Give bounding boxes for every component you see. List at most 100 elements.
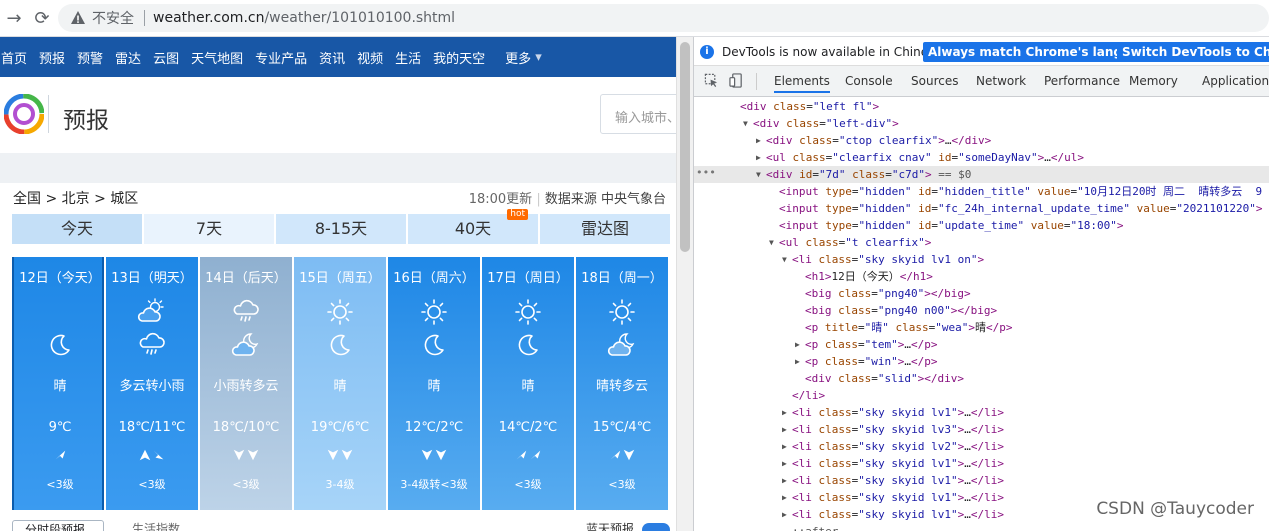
wind-direction-icon	[482, 448, 574, 466]
forward-icon[interactable]: →	[0, 4, 28, 32]
day-card[interactable]: 15日（周五） 晴 19℃/6℃ 3-4级	[294, 257, 386, 510]
expand-triangle-icon[interactable]: ▶	[782, 455, 787, 472]
expand-triangle-icon[interactable]: ▶	[782, 472, 787, 489]
reload-icon[interactable]: ⟳	[28, 4, 56, 32]
sun-icon	[607, 297, 637, 327]
device-toolbar-icon[interactable]	[729, 73, 744, 88]
day-weather: 小雨转多云	[213, 379, 279, 394]
dom-node-line[interactable]: ▶ <li class="sky skyid lv3">…</li>	[694, 421, 1269, 438]
dom-node-line[interactable]: ▶ <li class="sky skyid lv1">…</li>	[694, 472, 1269, 489]
scrollbar-thumb[interactable]	[680, 42, 690, 252]
dom-node-line[interactable]: <div class="left fl">	[694, 98, 1269, 115]
day-temperature: 18℃/11℃	[118, 420, 186, 435]
expand-triangle-icon[interactable]: ▶	[756, 149, 761, 166]
collapse-triangle-icon[interactable]: ▼	[769, 234, 774, 251]
devtools-tabs: Elements Console Sources Network Performance…	[694, 66, 1269, 97]
day-card[interactable]: 14日（后天） 小雨转多云 18℃/10℃ <3级	[200, 257, 292, 510]
tab-1[interactable]: 7天	[144, 214, 274, 244]
sun-icon	[513, 297, 543, 327]
dom-node-line[interactable]: <h1>12日（今天）</h1>	[694, 268, 1269, 285]
dom-node-line[interactable]: <p title="晴" class="wea">晴</p>	[694, 319, 1269, 336]
devtools-tab-console[interactable]: Console	[845, 74, 893, 88]
dom-node-line[interactable]: ▶ <li class="sky skyid lv1">…</li>	[694, 404, 1269, 421]
expand-triangle-icon[interactable]: ▶	[795, 353, 800, 370]
tab-2[interactable]: 8-15天	[276, 214, 406, 244]
devtools-tab-sources[interactable]: Sources	[911, 74, 958, 88]
nav-item[interactable]: 我的天空	[433, 48, 485, 67]
page-scrollbar[interactable]	[676, 37, 693, 531]
dom-node-line[interactable]: ▶ <li class="sky skyid lv1">…</li>	[694, 455, 1269, 472]
nav-item[interactable]: 云图	[153, 48, 179, 67]
switch-language-button[interactable]: Switch DevTools to Chinese	[1117, 42, 1269, 62]
expand-triangle-icon[interactable]: ▶	[782, 506, 787, 523]
expand-triangle-icon[interactable]: ▶	[795, 336, 800, 353]
dom-node-line[interactable]: ▶ <ul class="clearfix cnav" id="someDayNa…	[694, 149, 1269, 166]
dom-node-line[interactable]: ::after	[694, 523, 1269, 531]
collapse-triangle-icon[interactable]: ▼	[743, 115, 748, 132]
day-card[interactable]: 17日（周日） 晴 14℃/2℃ <3级	[482, 257, 574, 510]
dom-node-line[interactable]: <input type="hidden" id="hidden_title" v…	[694, 183, 1269, 200]
url-text[interactable]: weather.com.cn/weather/101010100.shtml	[153, 10, 455, 26]
nav-item[interactable]: 生活	[395, 48, 421, 67]
hourly-forecast-button[interactable]: 分时段预报	[12, 520, 104, 531]
expand-triangle-icon[interactable]: ▶	[782, 489, 787, 506]
tab-0[interactable]: 今天	[12, 214, 142, 244]
nav-item[interactable]: 天气地图	[191, 48, 243, 67]
tab-4[interactable]: 雷达图	[540, 214, 670, 244]
life-index-link[interactable]: 生活指数	[132, 520, 180, 531]
nav-item[interactable]: 雷达	[115, 48, 141, 67]
dom-node-line[interactable]: ▼ <div class="left-div">	[694, 115, 1269, 132]
dom-node-line[interactable]: ▶ <div class="ctop clearfix">…</div>	[694, 132, 1269, 149]
blue-sky-toggle[interactable]	[642, 523, 670, 531]
hot-badge: hot	[507, 209, 528, 220]
dom-node-line[interactable]: </li>	[694, 387, 1269, 404]
nav-item[interactable]: 预警	[77, 48, 103, 67]
dom-node-text: <div class="ctop clearfix">…</div>	[766, 134, 992, 147]
dom-node-line[interactable]: <input type="hidden" id="fc_24h_internal…	[694, 200, 1269, 217]
expand-triangle-icon[interactable]: ▶	[782, 438, 787, 455]
nav-item[interactable]: 更多	[505, 48, 531, 67]
expand-triangle-icon[interactable]: ▶	[756, 132, 761, 149]
dom-node-line[interactable]: ▶ <p class="win">…</p>	[694, 353, 1269, 370]
watermark: CSDN @Tauycoder	[1096, 499, 1254, 519]
inspect-element-icon[interactable]	[704, 73, 719, 88]
dom-node-line[interactable]: <big class="png40 n00"></big>	[694, 302, 1269, 319]
nav-item[interactable]: 专业产品	[255, 48, 307, 67]
day-card[interactable]: 13日（明天） 多云转小雨 18℃/11℃ <3级	[106, 257, 198, 510]
collapse-triangle-icon[interactable]: ▼	[756, 166, 761, 183]
day-card[interactable]: 16日（周六） 晴 12℃/2℃ 3-4级转<3级	[388, 257, 480, 510]
dom-node-text: <li class="sky skyid lv1">…</li>	[792, 474, 1004, 487]
city-search-input[interactable]: 输入城市、	[600, 94, 676, 134]
day-card[interactable]: 18日（周一） 晴转多云 15℃/4℃ <3级	[576, 257, 668, 510]
more-options-icon[interactable]: •••	[696, 166, 716, 181]
devtools-tab-performance[interactable]: Performance	[1044, 74, 1120, 88]
nav-item[interactable]: 首页	[1, 48, 27, 67]
nav-item[interactable]: 预报	[39, 48, 65, 67]
breadcrumb[interactable]: 全国 > 北京 > 城区	[13, 188, 138, 208]
address-bar[interactable]: 不安全 weather.com.cn/weather/101010100.sht…	[58, 4, 1269, 32]
devtools-tab-elements[interactable]: Elements	[774, 74, 830, 93]
dom-node-line[interactable]: ▶ <li class="sky skyid lv2">…</li>	[694, 438, 1269, 455]
dom-node-line[interactable]: <div class="slid"></div>	[694, 370, 1269, 387]
expand-triangle-icon[interactable]: ▶	[782, 404, 787, 421]
devtools-tab-application[interactable]: Application	[1202, 74, 1269, 88]
wind-direction-icon	[576, 448, 668, 466]
day-card[interactable]: 12日（今天） 晴 9℃ <3级	[12, 257, 104, 510]
dom-node-text: <div class="left-div">	[753, 117, 899, 130]
dom-node-text: <big class="png40 n00"></big>	[805, 304, 998, 317]
devtools-tab-network[interactable]: Network	[976, 74, 1026, 88]
nav-item[interactable]: 资讯	[319, 48, 345, 67]
page-title: 预报	[63, 108, 109, 134]
collapse-triangle-icon[interactable]: ▼	[782, 251, 787, 268]
dom-node-line[interactable]: ▼ <li class="sky skyid lv1 on">	[694, 251, 1269, 268]
nav-item[interactable]: 视频	[357, 48, 383, 67]
dom-node-line[interactable]: <input type="hidden" id="update_time" va…	[694, 217, 1269, 234]
tab-3[interactable]: 40天 hot	[408, 209, 538, 244]
dom-node-line[interactable]: <big class="png40"></big>	[694, 285, 1269, 302]
expand-triangle-icon[interactable]: ▶	[782, 421, 787, 438]
dom-node-line[interactable]: ••• ▼ <div id="7d" class="c7d"> == $0	[694, 166, 1269, 183]
dom-node-line[interactable]: ▶ <p class="tem">…</p>	[694, 336, 1269, 353]
dom-node-line[interactable]: ▼ <ul class="t clearfix">	[694, 234, 1269, 251]
url-domain: weather.com.cn	[153, 10, 265, 26]
devtools-tab-memory[interactable]: Memory	[1129, 74, 1178, 88]
